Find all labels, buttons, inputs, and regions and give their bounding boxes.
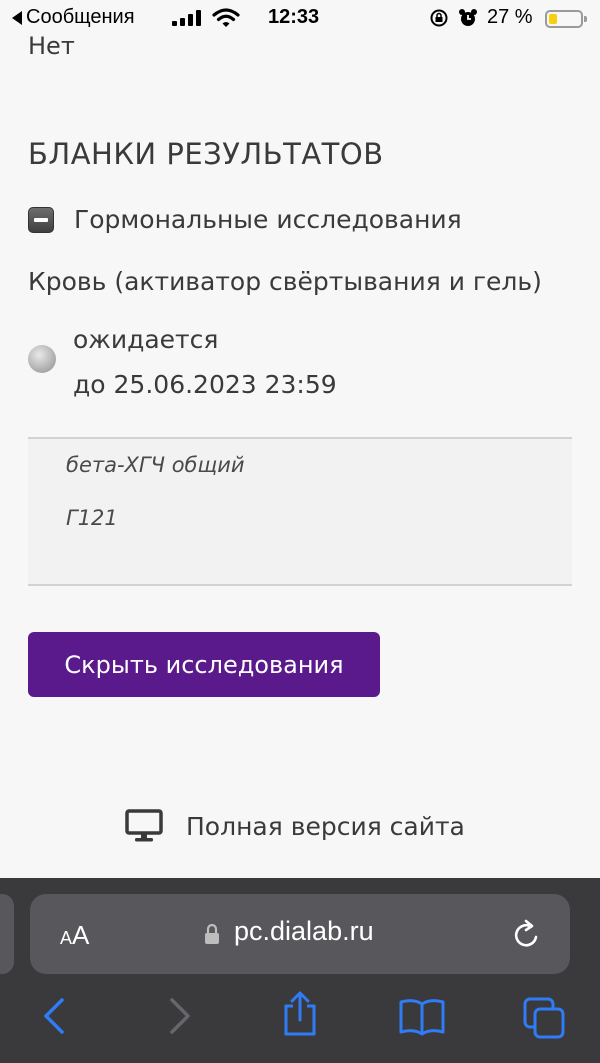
test-name: бета-ХГЧ общий [66,453,245,477]
status-bar: Сообщения 12:33 27 % [0,0,600,36]
due-date-label: до 25.06.2023 23:59 [73,370,337,399]
battery-fill [549,14,557,24]
previous-tab-preview[interactable] [0,894,14,974]
bookmarks-icon[interactable] [398,996,446,1036]
test-code: Г121 [66,506,118,530]
sample-label: Кровь (активатор свёртывания и гель) [28,267,542,296]
wifi-icon [212,8,240,27]
forward-icon[interactable] [162,996,196,1036]
orientation-lock-icon [430,9,448,27]
full-site-link[interactable]: Полная версия сайта [124,808,465,844]
group-toggle[interactable]: Гормональные исследования [28,205,462,234]
alarm-icon [459,9,477,26]
full-site-label: Полная версия сайта [186,811,465,841]
test-item: бета-ХГЧ общий Г121 [28,437,572,586]
reload-icon[interactable] [510,918,544,952]
signal-icon [172,10,201,26]
previous-value-text: Нет [28,32,75,60]
url-text: pc.dialab.ru [234,916,374,946]
text-size-button[interactable]: AA [60,920,89,951]
battery-icon [545,10,587,28]
back-arrow-icon [12,10,22,25]
tabs-icon[interactable] [522,996,568,1042]
clock: 12:33 [268,6,320,28]
address-bar[interactable]: AA pc.dialab.ru [30,894,570,974]
browser-toolbar: AA pc.dialab.ru [0,878,600,1063]
collapse-icon[interactable] [28,206,54,233]
section-title: БЛАНКИ РЕЗУЛЬТАТОВ [28,137,384,171]
pending-status-icon [28,345,56,373]
status-label: ожидается [73,325,219,354]
group-label: Гормональные исследования [74,205,462,234]
back-icon[interactable] [38,996,72,1036]
back-app-label: Сообщения [26,6,135,28]
battery-percent: 27 % [487,6,533,28]
back-to-app[interactable]: Сообщения [12,6,135,29]
hide-tests-button[interactable]: Скрыть исследования [28,632,380,697]
desktop-icon [125,809,163,842]
share-icon[interactable] [280,990,320,1038]
lock-icon [205,923,219,944]
